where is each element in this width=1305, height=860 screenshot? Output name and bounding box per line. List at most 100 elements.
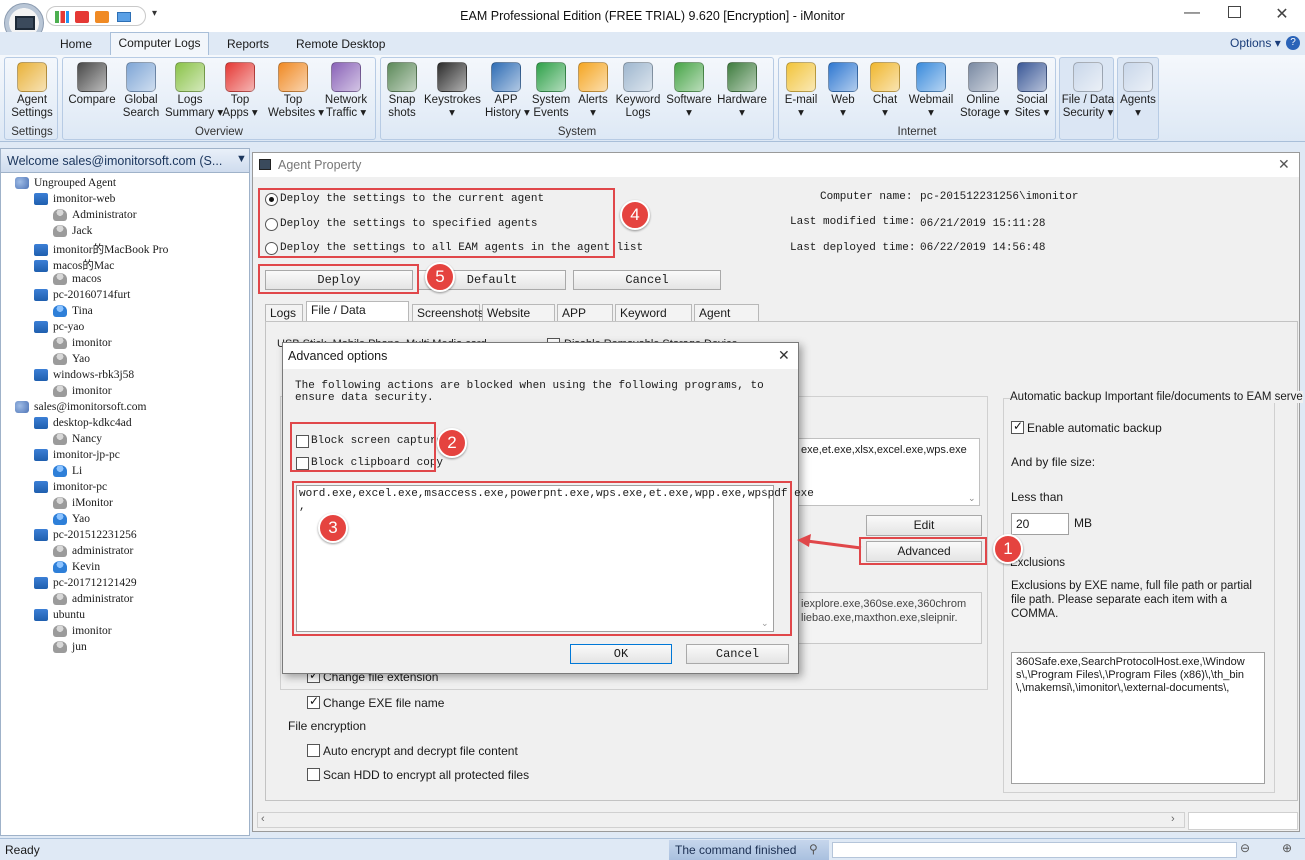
- ribbon-tool-16[interactable]: Web ▾: [825, 60, 861, 130]
- ribbon-tool-0[interactable]: Agent Settings: [7, 60, 57, 130]
- window-title: EAM Professional Edition (FREE TRIAL) 9.…: [460, 9, 845, 23]
- ribbon-tool-12[interactable]: Keyword Logs: [614, 60, 662, 130]
- ribbon-tool-7[interactable]: Snap shots: [382, 60, 422, 130]
- ribbon-tool-8[interactable]: Keystrokes ▾: [424, 60, 481, 130]
- ribbon-tool-9[interactable]: APP History ▾: [485, 60, 530, 130]
- sidebar-dropdown-icon[interactable]: ▼: [236, 153, 247, 165]
- ribbon-tool-15[interactable]: E-mail ▾: [781, 60, 821, 130]
- tree-node[interactable]: administrator: [53, 545, 133, 561]
- ribbon-tool-5[interactable]: Top Websites ▾: [268, 60, 324, 130]
- ribbon-tool-18[interactable]: Webmail ▾: [907, 60, 955, 130]
- tab-logs[interactable]: Logs: [265, 304, 303, 322]
- tree-node[interactable]: pc-20160714furt: [34, 289, 130, 305]
- tree-node[interactable]: imonitor-web: [34, 193, 115, 209]
- tree-node[interactable]: ubuntu: [34, 609, 85, 625]
- tree-node[interactable]: imonitor-jp-pc: [34, 449, 120, 465]
- scan-hdd-checkbox[interactable]: [307, 768, 320, 781]
- tab-file-data-security[interactable]: File / Data Security: [306, 301, 409, 333]
- tree-node[interactable]: macos的Mac: [34, 257, 114, 273]
- maximize-button[interactable]: [1228, 6, 1241, 18]
- ribbon-tool-21[interactable]: File / Data Security ▾: [1060, 60, 1116, 130]
- tab-agent-alerts[interactable]: Agent Alerts: [694, 304, 759, 336]
- tree-node[interactable]: jun: [53, 641, 87, 657]
- scroll-left-icon[interactable]: ‹: [261, 813, 265, 825]
- scroll-down-icon[interactable]: ⌄: [968, 493, 976, 504]
- ribbon-tool-label: Software ▾: [666, 94, 712, 119]
- ribbon-tool-20[interactable]: Social Sites ▾: [1012, 60, 1052, 130]
- tree-node[interactable]: Jack: [53, 225, 92, 241]
- help-icon[interactable]: ?: [1286, 36, 1300, 50]
- ribbon-tool-13[interactable]: Software ▾: [665, 60, 713, 130]
- options-menu[interactable]: Options ▾: [1230, 36, 1281, 50]
- tab-home[interactable]: Home: [60, 37, 92, 51]
- tree-node[interactable]: pc-201712121429: [34, 577, 137, 593]
- tree-node[interactable]: Administrator: [53, 209, 137, 225]
- tree-node[interactable]: iMonitor: [53, 497, 113, 513]
- ribbon-tool-label: Social Sites ▾: [1014, 94, 1050, 119]
- exclusions-textarea[interactable]: 360Safe.exe,SearchProtocolHost.exe,\Wind…: [1011, 652, 1265, 784]
- browsers-list[interactable]: iexplore.exe,360se.exe,360chrom liebao.e…: [797, 592, 982, 644]
- edit-button[interactable]: Edit: [866, 515, 982, 536]
- tab-app-filter[interactable]: APP Filter: [557, 304, 613, 336]
- advanced-ok-button[interactable]: OK: [570, 644, 672, 664]
- auto-encrypt-checkbox[interactable]: [307, 744, 320, 757]
- minimize-button[interactable]: —: [1182, 4, 1202, 22]
- tab-keyword-filter[interactable]: Keyword Filter: [615, 304, 692, 336]
- tree-node[interactable]: macos: [53, 273, 101, 289]
- tree-node[interactable]: imonitor: [53, 337, 112, 353]
- tree-node[interactable]: imonitor-pc: [34, 481, 107, 497]
- advanced-dialog-titlebar: Advanced options ✕: [283, 343, 798, 369]
- tab-reports[interactable]: Reports: [227, 37, 269, 51]
- tree-node[interactable]: Li: [53, 465, 82, 481]
- ribbon-tool-4[interactable]: Top Apps ▾: [218, 60, 262, 130]
- tree-node-label: administrator: [72, 593, 134, 605]
- tab-website-filter[interactable]: Website Filter: [482, 304, 555, 336]
- tree-node[interactable]: administrator: [53, 593, 133, 609]
- change-exe-checkbox[interactable]: [307, 694, 320, 709]
- ribbon-tool-3[interactable]: Logs Summary ▾: [165, 60, 223, 130]
- ribbon-tool-19[interactable]: Online Storage ▾: [960, 60, 1009, 130]
- advanced-close-icon[interactable]: ✕: [778, 347, 790, 364]
- tree-node[interactable]: pc-yao: [34, 321, 84, 337]
- tree-node[interactable]: imonitor: [53, 625, 112, 641]
- tree-node[interactable]: Ungrouped Agent: [15, 177, 116, 193]
- zoom-in-icon[interactable]: ⊕: [1282, 841, 1292, 855]
- tree-node-label: desktop-kdkc4ad: [53, 417, 132, 429]
- scroll-right-icon[interactable]: ›: [1171, 813, 1175, 825]
- tree-node[interactable]: desktop-kdkc4ad: [34, 417, 132, 433]
- tab-screenshots[interactable]: Screenshots: [412, 304, 484, 322]
- ribbon-tool-2[interactable]: Global Search: [119, 60, 163, 130]
- tree-node[interactable]: Yao: [53, 353, 90, 369]
- file-size-input[interactable]: 20: [1011, 513, 1069, 535]
- tree-node[interactable]: Kevin: [53, 561, 100, 577]
- ribbon-tool-14[interactable]: Hardware ▾: [716, 60, 768, 130]
- tree-node[interactable]: Yao: [53, 513, 90, 529]
- tab-remote-desktop[interactable]: Remote Desktop: [296, 37, 385, 51]
- tree-node[interactable]: sales@imonitorsoft.com: [15, 401, 146, 417]
- tree-node[interactable]: windows-rbk3j58: [34, 369, 134, 385]
- tab-computer-logs[interactable]: Computer Logs: [110, 32, 209, 56]
- advanced-cancel-button[interactable]: Cancel: [686, 644, 789, 664]
- close-icon[interactable]: ✕: [1278, 156, 1290, 173]
- tree-node[interactable]: Tina: [53, 305, 93, 321]
- tree-node[interactable]: imonitor: [53, 385, 112, 401]
- zoom-out-icon[interactable]: ⊖: [1240, 841, 1250, 855]
- snapshots-icon: [387, 62, 417, 92]
- enable-backup-checkbox[interactable]: [1011, 419, 1024, 434]
- horizontal-scrollbar[interactable]: ‹ ›: [257, 812, 1185, 828]
- sidebar-header[interactable]: Welcome sales@imonitorsoft.com (S... ▼: [1, 149, 249, 173]
- ribbon-tool-6[interactable]: Network Traffic ▾: [320, 60, 372, 130]
- tree-node[interactable]: pc-201512231256: [34, 529, 137, 545]
- tree-node[interactable]: imonitor的MacBook Pro: [34, 241, 168, 257]
- protected-programs-list[interactable]: exe,et.exe,xlsx,excel.exe,wps.exe ⌄: [797, 438, 980, 506]
- ribbon-tool-17[interactable]: Chat ▾: [867, 60, 903, 130]
- cancel-button[interactable]: Cancel: [573, 270, 721, 290]
- ribbon-tool-10[interactable]: System Events: [530, 60, 572, 130]
- ribbon-tool-11[interactable]: Alerts ▾: [575, 60, 611, 130]
- ribbon-tool-22[interactable]: Agents ▾: [1118, 60, 1158, 130]
- tree-node-label: imonitor-jp-pc: [53, 449, 120, 461]
- tree-node[interactable]: Nancy: [53, 433, 102, 449]
- auto-encrypt-label: Auto encrypt and decrypt file content: [323, 744, 518, 758]
- ribbon-tool-1[interactable]: Compare: [66, 60, 118, 130]
- close-window-button[interactable]: ✕: [1272, 4, 1292, 24]
